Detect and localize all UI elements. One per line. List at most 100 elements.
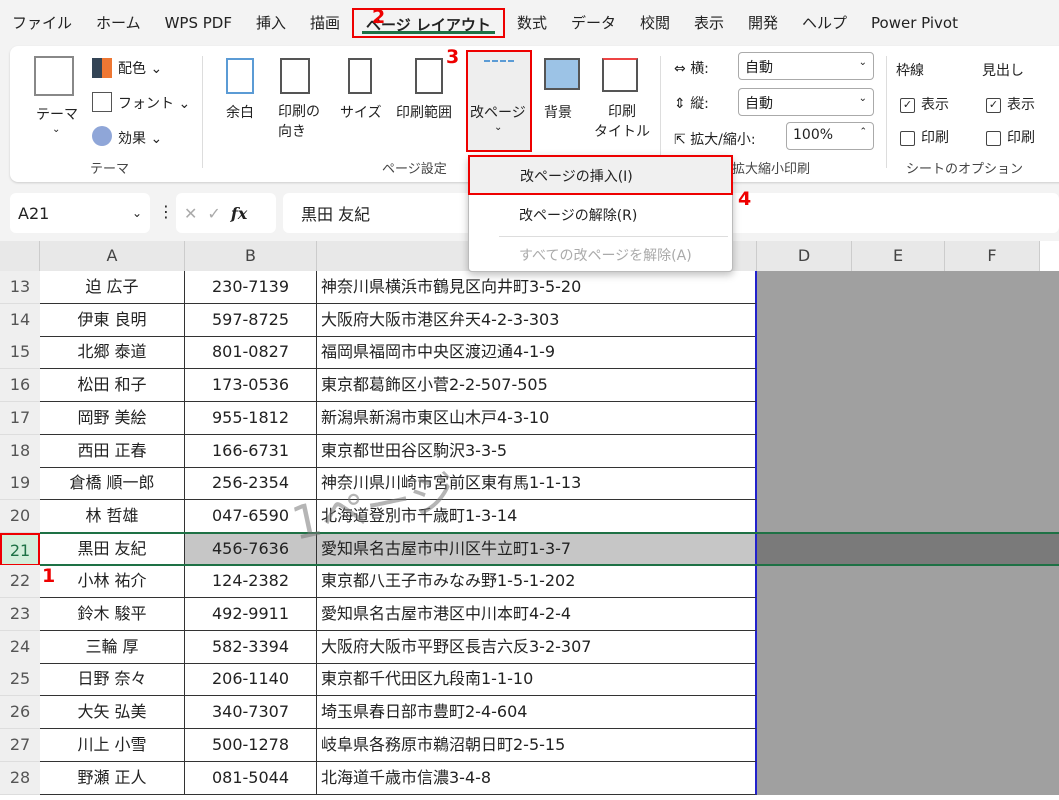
headings-print-checkbox[interactable]: 印刷	[986, 127, 1035, 147]
row-header[interactable]: 26	[0, 696, 40, 730]
cancel-icon[interactable]: ✕	[184, 204, 197, 223]
cell[interactable]: 206-1140	[185, 663, 317, 697]
cell[interactable]: 福岡県福岡市中央区渡辺通4-1-9	[317, 336, 757, 370]
row-header[interactable]: 17	[0, 401, 40, 435]
cell[interactable]: 大矢 弘美	[40, 696, 185, 730]
cell[interactable]: 愛知県名古屋市港区中川本町4-2-4	[317, 598, 757, 631]
cell[interactable]: 神奈川県横浜市鶴見区向井町3-5-20	[317, 271, 757, 304]
effects-button[interactable]: 効果 ⌄	[118, 128, 162, 148]
cell[interactable]: 西田 正春	[40, 434, 185, 468]
cell[interactable]: 597-8725	[185, 303, 317, 337]
cell[interactable]: 東京都葛飾区小菅2-2-507-505	[317, 369, 757, 403]
breaks-button[interactable]: 改ページ ⌄	[466, 50, 532, 152]
cell[interactable]: 愛知県名古屋市中川区牛立町1-3-7	[317, 532, 757, 566]
cell[interactable]: 三輪 厚	[40, 630, 185, 664]
cell[interactable]: 倉橋 順一郎	[40, 467, 185, 501]
spreadsheet-grid[interactable]: ABCDEF13迫 広子230-7139神奈川県横浜市鶴見区向井町3-5-201…	[0, 241, 1059, 800]
size-button[interactable]: サイズ	[340, 102, 382, 122]
row-header[interactable]: 25	[0, 663, 40, 697]
menu-tab[interactable]: ファイル	[0, 8, 84, 38]
cell[interactable]: 大阪府大阪市平野区長吉六反3-2-307	[317, 630, 757, 664]
enter-icon[interactable]: ✓	[207, 204, 220, 223]
insert-page-break-item[interactable]: 改ページの挿入(I)	[468, 155, 733, 195]
width-select[interactable]: 自動 ⌄	[738, 52, 874, 80]
orientation-button[interactable]: 印刷の 向き	[278, 102, 320, 142]
height-select[interactable]: 自動 ⌄	[738, 88, 874, 116]
menu-tab[interactable]: Power Pivot	[859, 8, 970, 38]
cell[interactable]: 日野 奈々	[40, 663, 185, 697]
page-break-line[interactable]	[40, 564, 1059, 567]
cell[interactable]: 岐阜県各務原市鵜沼朝日町2-5-15	[317, 728, 757, 762]
row-header[interactable]: 16	[0, 369, 40, 403]
cell[interactable]: 173-0536	[185, 369, 317, 403]
cell[interactable]: 松田 和子	[40, 369, 185, 403]
menu-tab[interactable]: 開発	[736, 8, 790, 38]
cell[interactable]: 野瀬 正人	[40, 761, 185, 795]
cell[interactable]: 埼玉県春日部市豊町2-4-604	[317, 696, 757, 730]
cell[interactable]: 582-3394	[185, 630, 317, 664]
background-button[interactable]: 背景	[544, 102, 572, 122]
menu-tab[interactable]: WPS PDF	[153, 8, 244, 38]
column-header[interactable]: A	[40, 241, 185, 271]
menu-tab[interactable]: ヘルプ	[790, 8, 859, 38]
cell[interactable]: 492-9911	[185, 598, 317, 631]
cell[interactable]: 801-0827	[185, 336, 317, 370]
row-header[interactable]: 28	[0, 761, 40, 795]
row-header[interactable]: 22	[0, 565, 40, 599]
cell[interactable]: 小林 祐介	[40, 565, 185, 599]
menu-tab[interactable]: 挿入	[244, 8, 298, 38]
menu-tab[interactable]: ホーム	[84, 8, 153, 38]
cell[interactable]: 500-1278	[185, 728, 317, 762]
headings-view-checkbox[interactable]: ✓ 表示	[986, 94, 1035, 114]
select-all-corner[interactable]	[0, 241, 40, 271]
cell[interactable]: 東京都世田谷区駒沢3-3-5	[317, 434, 757, 468]
cell[interactable]: 124-2382	[185, 565, 317, 599]
row-header[interactable]: 24	[0, 630, 40, 664]
column-header[interactable]: E	[852, 241, 945, 271]
column-header[interactable]: D	[757, 241, 852, 271]
row-header[interactable]: 20	[0, 499, 40, 533]
row-header[interactable]: 13	[0, 271, 40, 304]
print-titles-button[interactable]: 印刷 タイトル	[594, 102, 650, 142]
menu-tab[interactable]: 表示	[682, 8, 736, 38]
page-break-line[interactable]	[40, 531, 1059, 534]
row-header[interactable]: 18	[0, 434, 40, 468]
margins-button[interactable]: 余白	[226, 102, 254, 122]
row-header[interactable]: 27	[0, 728, 40, 762]
cell[interactable]: 林 哲雄	[40, 499, 185, 533]
cell[interactable]: 迫 広子	[40, 271, 185, 304]
cell[interactable]: 黒田 友紀	[40, 532, 185, 566]
cell[interactable]: 東京都八王子市みなみ野1-5-1-202	[317, 565, 757, 599]
row-header[interactable]: 15	[0, 336, 40, 370]
remove-page-break-item[interactable]: 改ページの解除(R)	[519, 205, 637, 225]
cell[interactable]: 340-7307	[185, 696, 317, 730]
cell[interactable]: 鈴木 駿平	[40, 598, 185, 631]
row-header[interactable]: 14	[0, 303, 40, 337]
row-header[interactable]: 23	[0, 598, 40, 631]
menu-tab[interactable]: 描画	[298, 8, 352, 38]
cell[interactable]: 166-6731	[185, 434, 317, 468]
column-header[interactable]: F	[945, 241, 1040, 271]
cell[interactable]: 955-1812	[185, 401, 317, 435]
cell[interactable]: 大阪府大阪市港区弁天4-2-3-303	[317, 303, 757, 337]
print-area-button[interactable]: 印刷範囲	[396, 102, 452, 122]
scale-input[interactable]: 100% ⌃	[786, 122, 874, 150]
menu-tab[interactable]: 校閲	[628, 8, 682, 38]
menu-tab[interactable]: 数式	[505, 8, 559, 38]
colors-button[interactable]: 配色 ⌄	[118, 58, 162, 78]
cell[interactable]: 川上 小雪	[40, 728, 185, 762]
cell[interactable]: 230-7139	[185, 271, 317, 304]
column-header[interactable]: B	[185, 241, 317, 271]
name-box[interactable]: A21 ⌄	[10, 193, 150, 233]
fx-button[interactable]: fx	[231, 204, 247, 223]
cell[interactable]: 新潟県新潟市東区山木戸4-3-10	[317, 401, 757, 435]
menu-tab[interactable]: データ	[559, 8, 628, 38]
cell[interactable]: 伊東 良明	[40, 303, 185, 337]
row-header[interactable]: 21	[0, 532, 40, 566]
fonts-button[interactable]: フォント ⌄	[118, 93, 190, 113]
cell[interactable]: 北郷 泰道	[40, 336, 185, 370]
cell[interactable]: 081-5044	[185, 761, 317, 795]
cell[interactable]: 北海道千歳市信濃3-4-8	[317, 761, 757, 795]
cell[interactable]: 東京都千代田区九段南1-1-10	[317, 663, 757, 697]
cell[interactable]: 岡野 美絵	[40, 401, 185, 435]
